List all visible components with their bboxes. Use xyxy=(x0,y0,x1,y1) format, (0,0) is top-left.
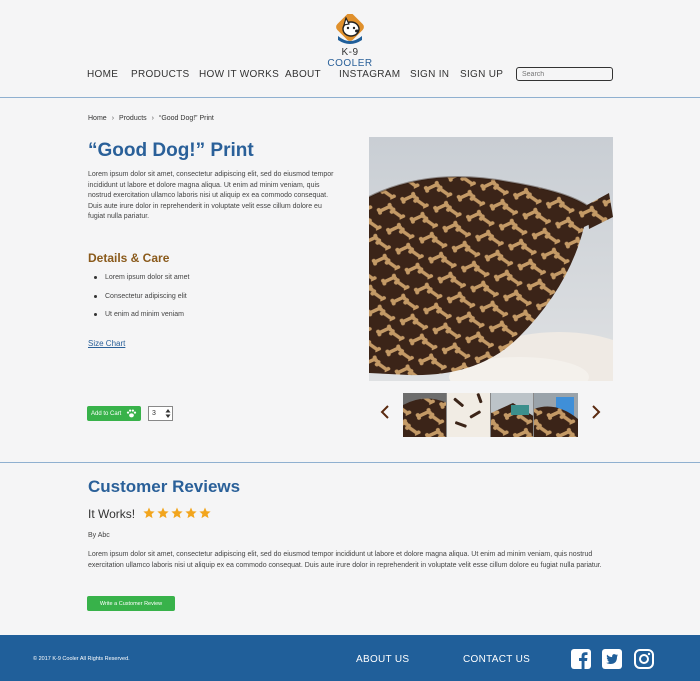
nav-home[interactable]: HOME xyxy=(87,69,118,80)
brand-name-prefix: K-9 xyxy=(341,47,359,58)
paw-icon xyxy=(126,409,137,418)
instagram-icon[interactable] xyxy=(634,649,654,669)
add-to-cart-button[interactable]: Add to Cart xyxy=(87,406,141,421)
thumbnail-3[interactable] xyxy=(490,393,535,437)
nav-how-it-works[interactable]: HOW IT WORKS xyxy=(199,69,279,80)
nav-instagram[interactable]: INSTAGRAM xyxy=(339,69,400,80)
brand-name-suffix: COOLER xyxy=(327,58,373,69)
twitter-icon[interactable] xyxy=(602,649,622,669)
product-main-image xyxy=(369,137,613,381)
nav-products[interactable]: PRODUCTS xyxy=(131,69,190,80)
search-input[interactable] xyxy=(516,67,613,81)
site-header: K-9 COOLER HOME PRODUCTS HOW IT WORKS AB… xyxy=(0,0,700,98)
star-rating xyxy=(143,507,211,519)
copyright-text: © 2017 K-9 Cooler All Rights Reserved. xyxy=(33,656,130,662)
nav-about[interactable]: ABOUT xyxy=(285,69,321,80)
review-author: By Abc xyxy=(88,532,110,539)
facebook-icon[interactable] xyxy=(571,649,591,669)
breadcrumb-current: “Good Dog!” Print xyxy=(159,115,214,122)
thumbnail-1[interactable] xyxy=(403,393,447,437)
star-icon xyxy=(171,507,183,519)
section-divider xyxy=(0,462,700,463)
breadcrumb-separator: › xyxy=(151,115,154,122)
breadcrumb: Home › Products › “Good Dog!” Print xyxy=(88,115,214,122)
thumbnail-2[interactable] xyxy=(446,393,491,437)
review-title: It Works! xyxy=(88,507,136,521)
logo[interactable]: K-9 COOLER xyxy=(318,14,382,69)
quantity-stepper[interactable]: 3 xyxy=(148,406,173,421)
star-icon xyxy=(157,507,169,519)
breadcrumb-home[interactable]: Home xyxy=(88,115,107,122)
thumbnail-4[interactable] xyxy=(534,393,578,437)
list-item: Ut enim ad minim veniam xyxy=(93,311,189,330)
size-chart-link[interactable]: Size Chart xyxy=(88,339,125,348)
quantity-value: 3 xyxy=(152,410,156,417)
nav-sign-up[interactable]: SIGN UP xyxy=(460,69,503,80)
review-body: Lorem ipsum dolor sit amet, consectetur … xyxy=(88,551,602,569)
breadcrumb-separator: › xyxy=(111,115,115,122)
spinner-arrows-icon[interactable] xyxy=(165,408,171,419)
star-icon xyxy=(185,507,197,519)
star-icon xyxy=(143,507,155,519)
list-item: Lorem ipsum dolor sit amet xyxy=(93,274,189,293)
footer-about-link[interactable]: ABOUT US xyxy=(356,654,409,665)
breadcrumb-products[interactable]: Products xyxy=(119,115,147,122)
customer-reviews-heading: Customer Reviews xyxy=(88,477,241,496)
product-title: “Good Dog!” Print xyxy=(88,140,254,161)
add-to-cart-label: Add to Cart xyxy=(91,410,122,417)
nav-sign-in[interactable]: SIGN IN xyxy=(410,69,449,80)
details-list: Lorem ipsum dolor sit amet Consectetur a… xyxy=(93,274,189,330)
details-care-heading: Details & Care xyxy=(88,251,170,265)
product-description: Lorem ipsum dolor sit amet, consectetur … xyxy=(88,171,334,220)
bandana-photo xyxy=(369,137,613,381)
dog-logo-icon xyxy=(336,14,364,44)
write-review-button[interactable]: Write a Customer Review xyxy=(87,596,175,611)
star-icon xyxy=(199,507,211,519)
list-item: Consectetur adipiscing elit xyxy=(93,293,189,312)
footer-contact-link[interactable]: CONTACT US xyxy=(463,654,530,665)
chevron-right-icon[interactable] xyxy=(591,404,601,420)
thumbnail-strip xyxy=(403,393,578,437)
site-footer: © 2017 K-9 Cooler All Rights Reserved. A… xyxy=(0,635,700,681)
chevron-left-icon[interactable] xyxy=(380,404,390,420)
